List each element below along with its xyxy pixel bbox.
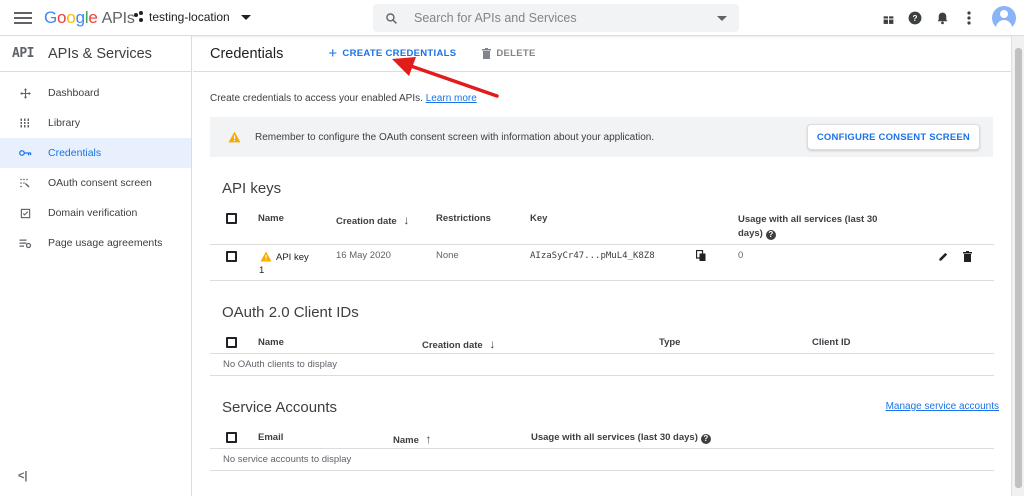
domain-icon [18, 206, 32, 220]
dashboard-icon [18, 86, 32, 100]
oauth-title: OAuth 2.0 Client IDs [222, 304, 359, 321]
account-avatar[interactable] [992, 6, 1016, 30]
library-icon [18, 116, 32, 130]
api-keys-table: Name Creation date ↓ Restrictions Key Us… [210, 208, 994, 281]
oauth-empty-text: No OAuth clients to display [223, 359, 338, 370]
oauth-warning-banner: Remember to configure the OAuth consent … [210, 117, 993, 157]
sidebar-item-page-usage[interactable]: Page usage agreements [0, 228, 191, 258]
page-header: Credentials + CREATE CREDENTIALS DELETE [193, 36, 1011, 72]
api-key-name[interactable]: API key [276, 250, 309, 265]
project-selector[interactable]: testing-location [134, 10, 251, 24]
api-key-created: 16 May 2020 [336, 250, 391, 261]
help-icon[interactable]: ? [700, 434, 711, 444]
intro-text: Create credentials to access your enable… [210, 93, 477, 104]
search-input[interactable] [414, 11, 704, 25]
api-key-name-suffix: 1 [259, 265, 265, 276]
sidebar-item-credentials[interactable]: Credentials [0, 138, 191, 168]
learn-more-link[interactable]: Learn more [426, 93, 477, 104]
key-icon [18, 146, 32, 160]
header-client-id[interactable]: Client ID [812, 337, 851, 348]
header-name[interactable]: Name ↑ [393, 432, 432, 446]
sort-arrow-down-icon: ↓ [489, 337, 496, 351]
api-badge-icon: API [12, 46, 34, 61]
consent-icon [18, 176, 32, 190]
sort-arrow-up-icon: ↑ [425, 432, 432, 446]
gift-icon[interactable] [880, 10, 896, 26]
oauth-header-row: Name Creation date ↓ Type Client ID [210, 332, 994, 354]
empty-row: No OAuth clients to display [210, 354, 994, 376]
service-accounts-empty-text: No service accounts to display [223, 454, 352, 465]
select-all-checkbox[interactable] [226, 213, 237, 224]
more-vert-icon[interactable] [961, 10, 977, 26]
header-creation-date[interactable]: Creation date ↓ [336, 213, 409, 227]
settings-list-icon [18, 236, 32, 250]
trash-icon [482, 48, 492, 59]
edit-icon[interactable] [938, 250, 949, 265]
api-keys-header-row: Name Creation date ↓ Restrictions Key Us… [210, 208, 994, 245]
row-checkbox[interactable] [226, 251, 237, 262]
api-key-usage: 0 [738, 250, 744, 261]
header-name[interactable]: Name [258, 337, 284, 348]
main-content: Credentials + CREATE CREDENTIALS DELETE … [193, 36, 1011, 496]
main-menu-icon[interactable] [14, 9, 32, 27]
service-accounts-title: Service Accounts [222, 399, 338, 416]
help-icon[interactable]: ? [907, 10, 923, 26]
select-all-checkbox[interactable] [226, 432, 237, 443]
project-name: testing-location [149, 10, 230, 24]
sidebar-item-domain-verification[interactable]: Domain verification [0, 198, 191, 228]
empty-row: No service accounts to display [210, 449, 994, 471]
sidebar: API APIs & Services Dashboard Library Cr… [0, 36, 192, 496]
sort-arrow-down-icon: ↓ [403, 213, 410, 227]
notifications-icon[interactable] [934, 10, 950, 26]
trash-icon[interactable] [963, 250, 972, 265]
header-email[interactable]: Email [258, 432, 283, 443]
api-key-restrictions: None [436, 250, 459, 261]
header-name[interactable]: Name [258, 213, 284, 224]
project-dots-icon [134, 11, 144, 23]
oauth-table: Name Creation date ↓ Type Client ID No O… [210, 332, 994, 376]
manage-service-accounts-link[interactable]: Manage service accounts [886, 401, 999, 412]
collapse-sidebar-icon[interactable]: <| [18, 470, 28, 482]
sidebar-item-dashboard[interactable]: Dashboard [0, 78, 191, 108]
service-accounts-table: Email Name ↑ Usage with all services (la… [210, 427, 994, 471]
banner-text: Remember to configure the OAuth consent … [255, 131, 655, 143]
header-type[interactable]: Type [659, 337, 680, 348]
header-restrictions[interactable]: Restrictions [436, 213, 491, 224]
header-usage[interactable]: Usage with all services (last 30 days)? [738, 213, 877, 241]
delete-button[interactable]: DELETE [482, 48, 535, 59]
table-row: API key 1 16 May 2020 None AIzaSyCr47...… [210, 245, 994, 281]
service-accounts-header-row: Email Name ↑ Usage with all services (la… [210, 427, 994, 449]
api-key-value: AIzaSyCr47...pMuL4_K8Z8 [530, 251, 655, 261]
search-dropdown-icon[interactable] [717, 16, 727, 21]
sidebar-header: API APIs & Services [0, 36, 191, 72]
select-all-checkbox[interactable] [226, 337, 237, 348]
chevron-down-icon [240, 14, 251, 20]
scrollbar-thumb[interactable] [1015, 48, 1022, 488]
api-keys-title: API keys [222, 180, 282, 197]
page-title: Credentials [210, 45, 284, 62]
sidebar-item-oauth-consent[interactable]: OAuth consent screen [0, 168, 191, 198]
create-credentials-button[interactable]: + CREATE CREDENTIALS [328, 46, 456, 61]
warning-icon [260, 250, 272, 265]
header-key[interactable]: Key [530, 213, 547, 224]
sidebar-item-library[interactable]: Library [0, 108, 191, 138]
scrollbar[interactable] [1011, 36, 1024, 496]
search-bar[interactable] [373, 4, 739, 32]
add-icon: + [328, 45, 338, 62]
warning-icon [228, 131, 241, 143]
help-icon[interactable]: ? [765, 230, 776, 240]
sidebar-title[interactable]: APIs & Services [48, 46, 152, 62]
header-creation-date[interactable]: Creation date ↓ [422, 337, 495, 351]
copy-icon[interactable] [695, 249, 706, 265]
svg-text:?: ? [913, 14, 918, 23]
configure-consent-screen-button[interactable]: CONFIGURE CONSENT SCREEN [806, 124, 980, 150]
search-icon [386, 12, 397, 24]
google-apis-logo[interactable]: Google APIs [44, 8, 135, 28]
header-usage[interactable]: Usage with all services (last 30 days)? [531, 432, 711, 444]
top-app-bar: GoogleAPIs testing-location ? [0, 0, 1024, 36]
